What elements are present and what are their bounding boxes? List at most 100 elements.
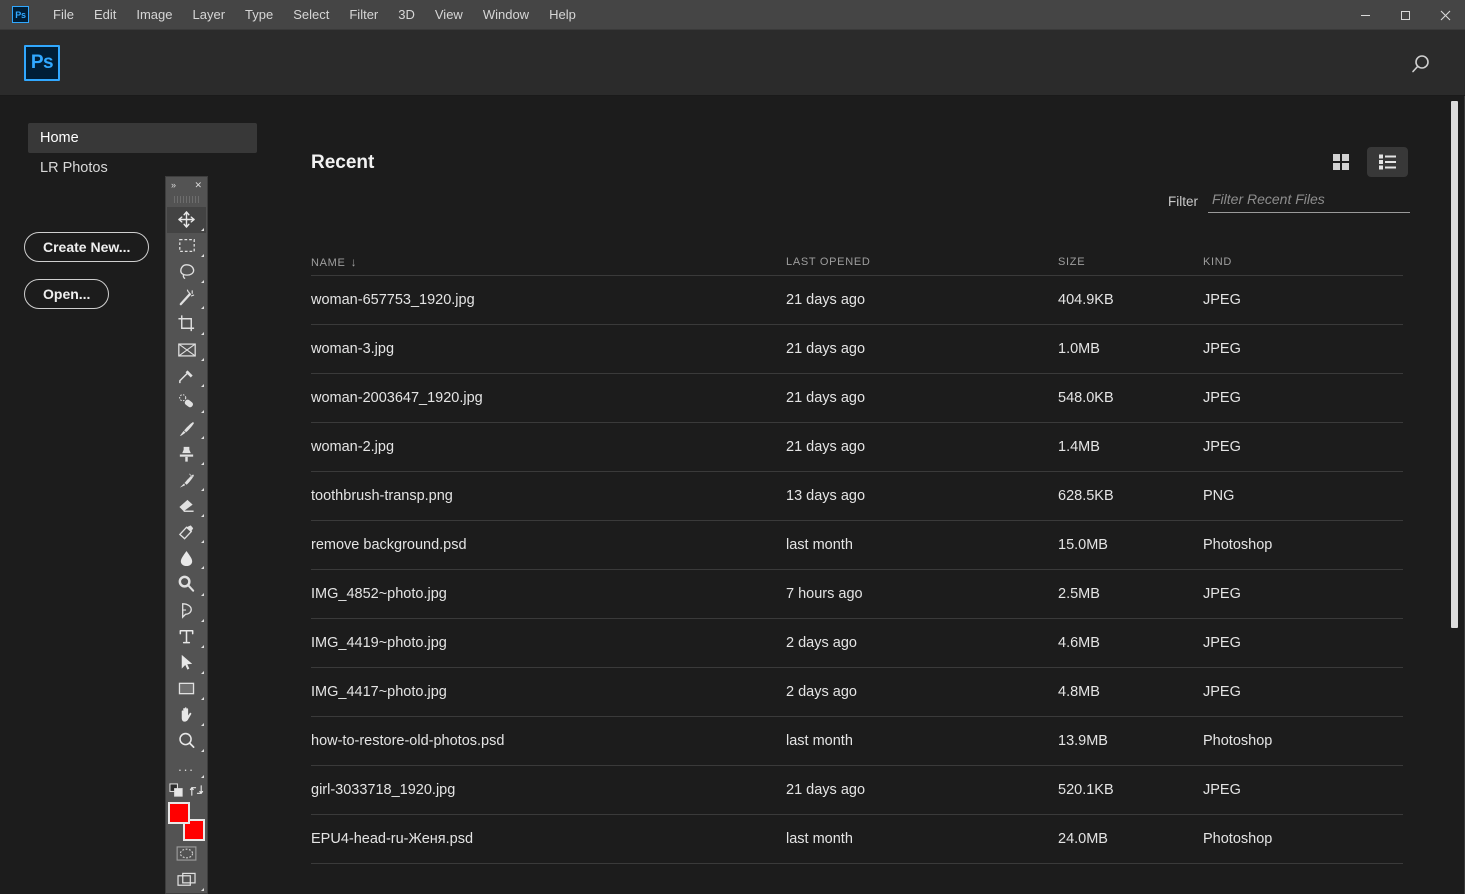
main-content: Recent Filter NAME↓ LAST OPENED SIZE KIN…: [285, 96, 1465, 894]
last-opened-cell: 21 days ago: [786, 782, 866, 798]
default-colors-icon[interactable]: [169, 783, 184, 798]
kind-cell: JPEG: [1203, 635, 1241, 651]
close-icon[interactable]: ✕: [194, 180, 202, 190]
color-swatches[interactable]: [167, 801, 206, 841]
healing-brush-tool[interactable]: [167, 389, 206, 415]
quick-mask-icon[interactable]: [167, 841, 206, 867]
create-new-button[interactable]: Create New...: [24, 232, 150, 262]
list-view-button[interactable]: [1367, 147, 1408, 177]
size-cell: 628.5KB: [1058, 488, 1114, 504]
kind-cell: JPEG: [1203, 586, 1241, 602]
kind-cell: PNG: [1203, 488, 1235, 504]
history-brush-tool[interactable]: [167, 467, 206, 493]
search-icon[interactable]: [1403, 48, 1437, 82]
rectangular-marquee-tool[interactable]: [167, 233, 206, 259]
menu-item-3d[interactable]: 3D: [388, 3, 425, 26]
maximize-button[interactable]: [1385, 0, 1425, 30]
panel-grip[interactable]: [174, 195, 199, 203]
more-tools-button[interactable]: ...: [167, 754, 206, 780]
table-row[interactable]: remove background.psd last month 15.0MB Pho…: [311, 521, 1403, 570]
menu-item-help[interactable]: Help: [539, 3, 586, 26]
file-name-cell: girl-3033718_1920.jpg: [311, 782, 456, 798]
dodge-tool[interactable]: [167, 571, 206, 597]
swap-colors-icon[interactable]: [189, 783, 204, 798]
frame-tool[interactable]: [167, 337, 206, 363]
table-header-row: NAME ↓ LAST OPENED SIZE KIND: [311, 248, 1403, 276]
file-name-cell: woman-3.jpg: [311, 341, 395, 357]
table-row[interactable]: woman-2.jpg 21 days ago 1.4MB JPEG: [311, 423, 1403, 472]
eyedropper-tool[interactable]: [167, 363, 206, 389]
minimize-button[interactable]: [1345, 0, 1385, 30]
sidebar-item-home[interactable]: Home: [28, 123, 257, 153]
menu-items: File Edit Image Layer Type Select Filter 3D View…: [43, 3, 586, 26]
menu-item-image[interactable]: Image: [126, 3, 182, 26]
kind-cell: Photoshop: [1203, 537, 1273, 553]
sort-arrow-icon: ↓: [350, 254, 358, 269]
screen-mode-icon[interactable]: [167, 867, 206, 893]
sidebar-item-lr-photos[interactable]: LR Photos: [28, 153, 257, 183]
menu-item-type[interactable]: Type: [235, 3, 283, 26]
brush-tool[interactable]: [167, 415, 206, 441]
move-tool[interactable]: [167, 206, 206, 233]
open-button-wrap: Open...: [0, 279, 110, 309]
menu-bar: Ps File Edit Image Layer Type Select Filter 3D V…: [0, 0, 1465, 30]
pen-tool[interactable]: [167, 598, 206, 624]
menu-item-edit[interactable]: Edit: [84, 3, 126, 26]
table-row[interactable]: toothbrush-transp.png 13 days ago 628.5KB P…: [311, 472, 1403, 521]
crop-tool[interactable]: [167, 311, 206, 337]
column-header-kind[interactable]: KIND: [1203, 256, 1403, 268]
clone-stamp-tool[interactable]: [167, 441, 206, 467]
view-mode-toggle: [1320, 147, 1408, 177]
last-opened-cell: 2 days ago: [786, 635, 857, 651]
table-row[interactable]: woman-2003647_1920.jpg 21 days ago 548.0KB…: [311, 374, 1403, 423]
magic-wand-tool[interactable]: [167, 285, 206, 311]
close-button[interactable]: [1425, 0, 1465, 30]
file-name-cell: how-to-restore-old-photos.psd: [311, 733, 505, 749]
filter-row: Filter: [1168, 191, 1410, 213]
vertical-scrollbar[interactable]: [1449, 99, 1460, 889]
table-row[interactable]: woman-3.jpg 21 days ago 1.0MB JPEG: [311, 325, 1403, 374]
menu-item-layer[interactable]: Layer: [183, 3, 236, 26]
zoom-tool[interactable]: [167, 728, 206, 754]
column-header-last-opened[interactable]: LAST OPENED: [786, 256, 1058, 268]
filter-input[interactable]: [1208, 191, 1410, 213]
photoshop-logo: Ps: [24, 45, 60, 81]
menu-item-view[interactable]: View: [425, 3, 473, 26]
column-header-size[interactable]: SIZE: [1058, 256, 1203, 268]
table-row[interactable]: girl-3033718_1920.jpg 21 days ago 520.1KB J…: [311, 766, 1403, 815]
kind-cell: Photoshop: [1203, 831, 1273, 847]
menu-item-file[interactable]: File: [43, 3, 84, 26]
kind-cell: JPEG: [1203, 292, 1241, 308]
tools-panel: » ✕ ...: [165, 176, 208, 894]
menu-item-filter[interactable]: Filter: [339, 3, 388, 26]
lasso-tool[interactable]: [167, 259, 206, 285]
table-row[interactable]: woman-657753_1920.jpg 21 days ago 404.9KB J…: [311, 276, 1403, 325]
foreground-color-swatch[interactable]: [168, 801, 190, 824]
last-opened-cell: 2 days ago: [786, 684, 857, 700]
hand-tool[interactable]: [167, 702, 206, 728]
eraser-tool[interactable]: [167, 493, 206, 519]
last-opened-cell: 21 days ago: [786, 341, 866, 357]
open-button[interactable]: Open...: [24, 279, 110, 309]
table-row[interactable]: how-to-restore-old-photos.psd last month 1…: [311, 717, 1403, 766]
table-row[interactable]: IMG_4417~photo.jpg 2 days ago 4.8MB JPEG: [311, 668, 1403, 717]
menu-item-window[interactable]: Window: [473, 3, 539, 26]
app-icon[interactable]: Ps: [12, 6, 29, 23]
file-name-cell: woman-2.jpg: [311, 439, 395, 455]
menu-item-select[interactable]: Select: [283, 3, 339, 26]
scrollbar-thumb[interactable]: [1451, 101, 1458, 628]
grid-view-button[interactable]: [1320, 147, 1361, 177]
blur-tool[interactable]: [167, 545, 206, 571]
filter-label: Filter: [1168, 194, 1198, 209]
file-name-cell: IMG_4419~photo.jpg: [311, 635, 447, 651]
table-row[interactable]: IMG_4852~photo.jpg 7 hours ago 2.5MB JPEG: [311, 570, 1403, 619]
double-chevron-right-icon[interactable]: »: [171, 180, 176, 190]
column-header-name[interactable]: NAME ↓: [311, 255, 786, 269]
horizontal-type-tool[interactable]: [167, 624, 206, 650]
gradient-tool[interactable]: [167, 519, 206, 545]
path-selection-tool[interactable]: [167, 650, 206, 676]
rectangle-tool[interactable]: [167, 676, 206, 702]
table-row[interactable]: EPU4-head-ru-Женя.psd last month 24.0MB Pho…: [311, 815, 1403, 864]
size-cell: 548.0KB: [1058, 390, 1114, 406]
table-row[interactable]: IMG_4419~photo.jpg 2 days ago 4.6MB JPEG: [311, 619, 1403, 668]
